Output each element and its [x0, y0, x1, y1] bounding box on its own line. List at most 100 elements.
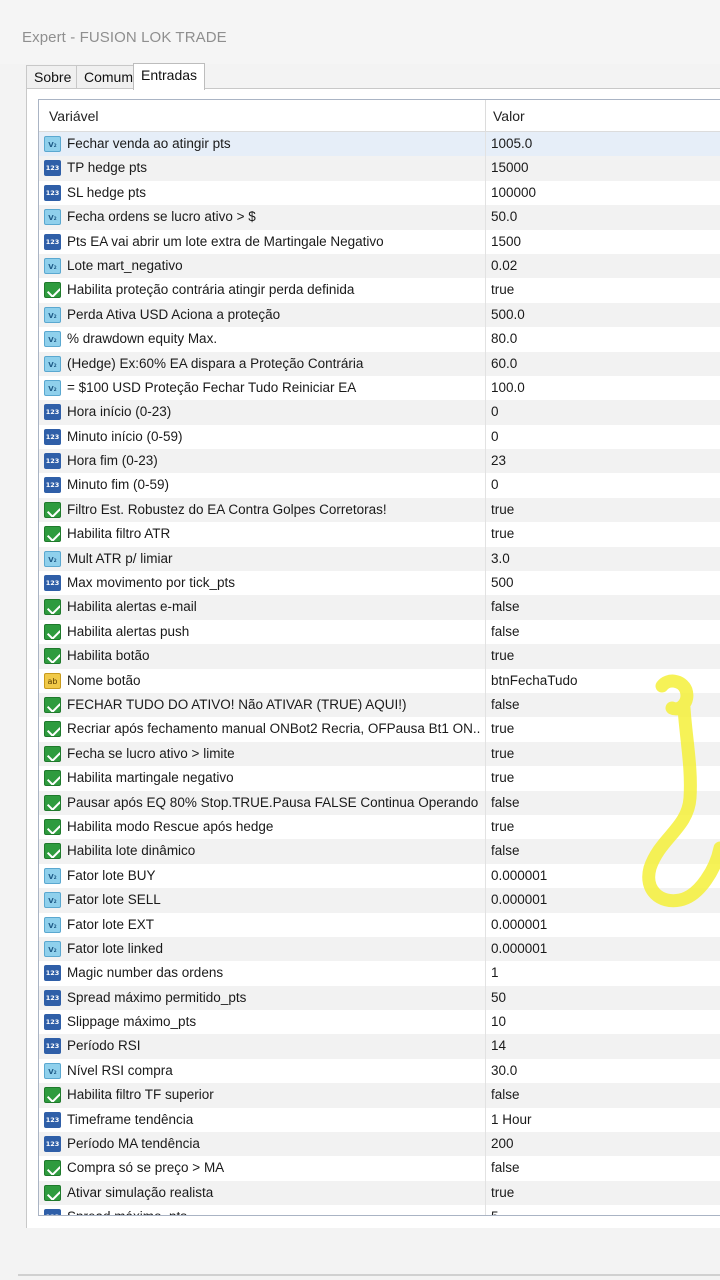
variable-value[interactable]: 0.000001: [491, 864, 547, 888]
table-row[interactable]: Habilita filtro ATR true: [39, 522, 720, 547]
table-row[interactable]: 123 Spread máximo_pts 5: [39, 1205, 720, 1215]
table-row[interactable]: V₂ Fator lote linked 0.000001: [39, 936, 720, 962]
variable-value[interactable]: false: [491, 620, 520, 644]
variable-value[interactable]: 23: [491, 449, 506, 473]
table-row[interactable]: 123 Período MA tendência 200: [39, 1132, 720, 1157]
variable-value[interactable]: true: [491, 498, 514, 522]
variable-value[interactable]: 14: [491, 1034, 506, 1058]
variable-value[interactable]: 5: [491, 1205, 499, 1215]
table-row[interactable]: V₂ Fechar venda ao atingir pts 1005.0: [39, 132, 720, 157]
table-row[interactable]: Habilita alertas e-mail false: [39, 595, 720, 620]
variable-value[interactable]: true: [491, 742, 514, 766]
table-row[interactable]: ab Nome botão btnFechaTudo: [39, 668, 720, 693]
table-row[interactable]: Compra só se preço > MA false: [39, 1156, 720, 1181]
table-row[interactable]: 123 Hora fim (0-23) 23: [39, 449, 720, 474]
variable-value[interactable]: true: [491, 766, 514, 790]
tab-entradas[interactable]: Entradas: [133, 63, 206, 90]
variable-value[interactable]: 3.0: [491, 547, 510, 571]
table-row[interactable]: 123 Timeframe tendência 1 Hour: [39, 1107, 720, 1133]
table-row[interactable]: Pausar após EQ 80% Stop.TRUE.Pausa FALSE…: [39, 790, 720, 815]
variable-value[interactable]: 60.0: [491, 352, 517, 376]
tab-sobre[interactable]: Sobre: [26, 65, 80, 89]
variable-name: Pausar após EQ 80% Stop.TRUE.Pausa FALSE…: [67, 794, 479, 810]
table-row[interactable]: Habilita alertas push false: [39, 619, 720, 645]
table-row[interactable]: V₂ (Hedge) Ex:60% EA dispara a Proteção C…: [39, 351, 720, 376]
table-row[interactable]: 123 Spread máximo permitido_pts 50: [39, 985, 720, 1011]
variable-value[interactable]: 0: [491, 473, 499, 497]
table-row[interactable]: 123 Magic number das ordens 1: [39, 961, 720, 986]
table-row[interactable]: 123 Max movimento por tick_pts 500: [39, 571, 720, 596]
table-row[interactable]: V₂ Fator lote BUY 0.000001: [39, 863, 720, 889]
variable-value[interactable]: 100000: [491, 181, 536, 205]
table-row[interactable]: V₂ Fecha ordens se lucro ativo > $ 50.0: [39, 205, 720, 230]
table-row[interactable]: Habilita filtro TF superior false: [39, 1083, 720, 1108]
inputs-grid[interactable]: Variável Valor V₂ Fechar venda ao atingir…: [38, 99, 720, 1216]
variable-value[interactable]: 50: [491, 986, 506, 1010]
variable-value[interactable]: true: [491, 815, 514, 839]
table-row[interactable]: Habilita proteção contrária atingir perd…: [39, 278, 720, 303]
variable-value[interactable]: 1500: [491, 230, 521, 254]
variable-value[interactable]: 50.0: [491, 205, 517, 229]
variable-value[interactable]: true: [491, 1181, 514, 1205]
variable-value[interactable]: true: [491, 717, 514, 741]
variable-value[interactable]: false: [491, 1083, 520, 1107]
variable-value[interactable]: 500.0: [491, 303, 525, 327]
table-row[interactable]: V₂ % drawdown equity Max. 80.0: [39, 327, 720, 352]
tab-comum[interactable]: Comum: [76, 65, 142, 89]
column-header-value[interactable]: Valor: [493, 100, 525, 132]
table-row[interactable]: Fecha se lucro ativo > limite true: [39, 741, 720, 767]
variable-value[interactable]: false: [491, 1156, 520, 1180]
variable-value[interactable]: 500: [491, 571, 514, 595]
variable-value[interactable]: 200: [491, 1132, 514, 1156]
variable-value[interactable]: 0: [491, 400, 499, 424]
variable-value[interactable]: false: [491, 839, 520, 863]
table-row[interactable]: Habilita modo Rescue após hedge true: [39, 814, 720, 840]
variable-value[interactable]: 1: [491, 961, 499, 985]
table-row[interactable]: 123 Período RSI 14: [39, 1034, 720, 1059]
variable-value[interactable]: btnFechaTudo: [491, 669, 578, 693]
variable-value[interactable]: 0.02: [491, 254, 517, 278]
table-row[interactable]: Filtro Est. Robustez do EA Contra Golpes…: [39, 497, 720, 523]
table-row[interactable]: V₂ Nível RSI compra 30.0: [39, 1058, 720, 1084]
variable-value[interactable]: false: [491, 693, 520, 717]
table-row[interactable]: 123 Slippage máximo_pts 10: [39, 1010, 720, 1035]
table-row[interactable]: Habilita martingale negativo true: [39, 766, 720, 791]
table-row[interactable]: 123 Pts EA vai abrir um lote extra de Mar…: [39, 229, 720, 254]
table-row[interactable]: V₂ Fator lote SELL 0.000001: [39, 888, 720, 913]
variable-value[interactable]: 1005.0: [491, 132, 532, 156]
variable-value[interactable]: false: [491, 595, 520, 619]
table-row[interactable]: V₂ Lote mart_negativo 0.02: [39, 253, 720, 279]
table-row[interactable]: Ativar simulação realista true: [39, 1180, 720, 1206]
variable-value[interactable]: 0: [491, 425, 499, 449]
variable-name: Minuto início (0-59): [67, 428, 183, 444]
table-row[interactable]: 123 Minuto fim (0-59) 0: [39, 473, 720, 498]
table-row[interactable]: V₂ Perda Ativa USD Aciona a proteção 500.0: [39, 302, 720, 328]
table-row[interactable]: V₂ Fator lote EXT 0.000001: [39, 912, 720, 937]
variable-value[interactable]: true: [491, 522, 514, 546]
variable-value[interactable]: true: [491, 644, 514, 668]
variable-name: Mult ATR p/ limiar: [67, 550, 173, 566]
table-row[interactable]: 123 TP hedge pts 15000: [39, 156, 720, 181]
table-row[interactable]: V₂ = $100 USD Proteção Fechar Tudo Reinic…: [39, 375, 720, 401]
variable-value[interactable]: 100.0: [491, 376, 525, 400]
variable-value[interactable]: 30.0: [491, 1059, 517, 1083]
variable-value[interactable]: false: [491, 791, 520, 815]
table-row[interactable]: 123 Hora início (0-23) 0: [39, 400, 720, 425]
variable-value[interactable]: 15000: [491, 156, 529, 180]
variable-value[interactable]: 10: [491, 1010, 506, 1034]
variable-value[interactable]: 80.0: [491, 327, 517, 351]
column-header-variable[interactable]: Variável: [49, 100, 99, 132]
variable-value[interactable]: 0.000001: [491, 888, 547, 912]
table-row[interactable]: FECHAR TUDO DO ATIVO! Não ATIVAR (TRUE) …: [39, 692, 720, 718]
column-divider[interactable]: [485, 100, 486, 132]
table-row[interactable]: Habilita lote dinâmico false: [39, 839, 720, 864]
variable-value[interactable]: true: [491, 278, 514, 302]
table-row[interactable]: 123 SL hedge pts 100000: [39, 180, 720, 206]
table-row[interactable]: Recriar após fechamento manual ONBot2 Re…: [39, 717, 720, 742]
variable-value[interactable]: 1 Hour: [491, 1108, 532, 1132]
table-row[interactable]: 123 Minuto início (0-59) 0: [39, 424, 720, 450]
variable-value[interactable]: 0.000001: [491, 937, 547, 961]
variable-value[interactable]: 0.000001: [491, 913, 547, 937]
table-row[interactable]: Habilita botão true: [39, 644, 720, 669]
table-row[interactable]: V₂ Mult ATR p/ limiar 3.0: [39, 546, 720, 572]
